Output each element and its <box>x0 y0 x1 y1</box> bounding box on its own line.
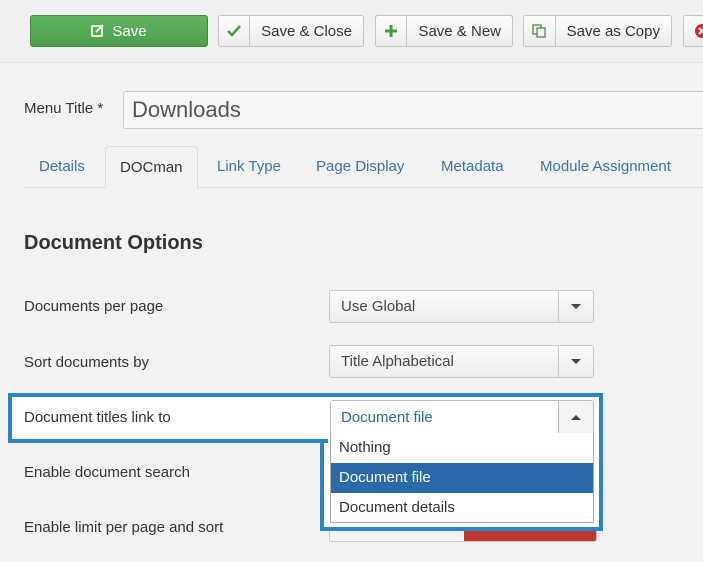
document-titles-link-label: Document titles link to <box>24 409 171 426</box>
tab-docman[interactable]: DOCman <box>105 146 198 189</box>
save-copy-button[interactable]: Save as Copy <box>523 15 672 47</box>
sort-documents-value: Title Alphabetical <box>341 353 454 370</box>
plus-icon <box>376 16 408 46</box>
document-titles-link-select[interactable]: Document file <box>330 400 594 434</box>
section-title: Document Options <box>24 232 203 254</box>
tab-page-display[interactable]: Page Display <box>316 146 404 188</box>
option-document-details[interactable]: Document details <box>331 493 593 523</box>
menu-title-input[interactable]: Downloads <box>123 91 703 129</box>
chevron-down-icon <box>558 346 593 377</box>
sort-documents-select[interactable]: Title Alphabetical <box>329 345 594 378</box>
chevron-up-icon <box>558 401 593 433</box>
tab-bar: Details DOCman Link Type Page Display Me… <box>24 146 703 189</box>
edit-icon <box>91 16 105 46</box>
save-close-label: Save & Close <box>261 22 352 40</box>
tab-link-type[interactable]: Link Type <box>217 146 281 188</box>
tab-module-assignment[interactable]: Module Assignment <box>540 146 671 188</box>
save-new-button[interactable]: Save & New <box>375 15 513 47</box>
check-icon <box>219 16 251 46</box>
close-icon <box>684 16 703 46</box>
copy-icon <box>524 16 556 46</box>
option-nothing[interactable]: Nothing <box>331 433 593 463</box>
document-titles-link-options: Nothing Document file Document details <box>330 433 594 523</box>
documents-per-page-label: Documents per page <box>24 298 164 315</box>
document-titles-link-value: Document file <box>341 409 433 426</box>
save-new-label: Save & New <box>418 22 501 40</box>
documents-per-page-value: Use Global <box>341 298 416 315</box>
save-label: Save <box>112 22 147 40</box>
save-close-button[interactable]: Save & Close <box>218 15 364 47</box>
tab-details[interactable]: Details <box>39 146 85 188</box>
option-document-file[interactable]: Document file <box>331 463 593 493</box>
enable-document-search-label: Enable document search <box>24 464 190 481</box>
documents-per-page-select[interactable]: Use Global <box>329 290 594 323</box>
menu-title-label: Menu Title * <box>24 100 104 117</box>
chevron-down-icon <box>558 291 593 322</box>
tab-metadata[interactable]: Metadata <box>441 146 504 188</box>
cancel-button[interactable] <box>683 15 703 47</box>
save-copy-label: Save as Copy <box>566 22 660 40</box>
sort-documents-label: Sort documents by <box>24 354 150 371</box>
enable-limit-sort-label: Enable limit per page and sort <box>24 519 224 536</box>
save-button[interactable]: Save <box>30 15 208 47</box>
toolbar: Save Save & Close Save & New Save as Cop… <box>0 0 703 63</box>
